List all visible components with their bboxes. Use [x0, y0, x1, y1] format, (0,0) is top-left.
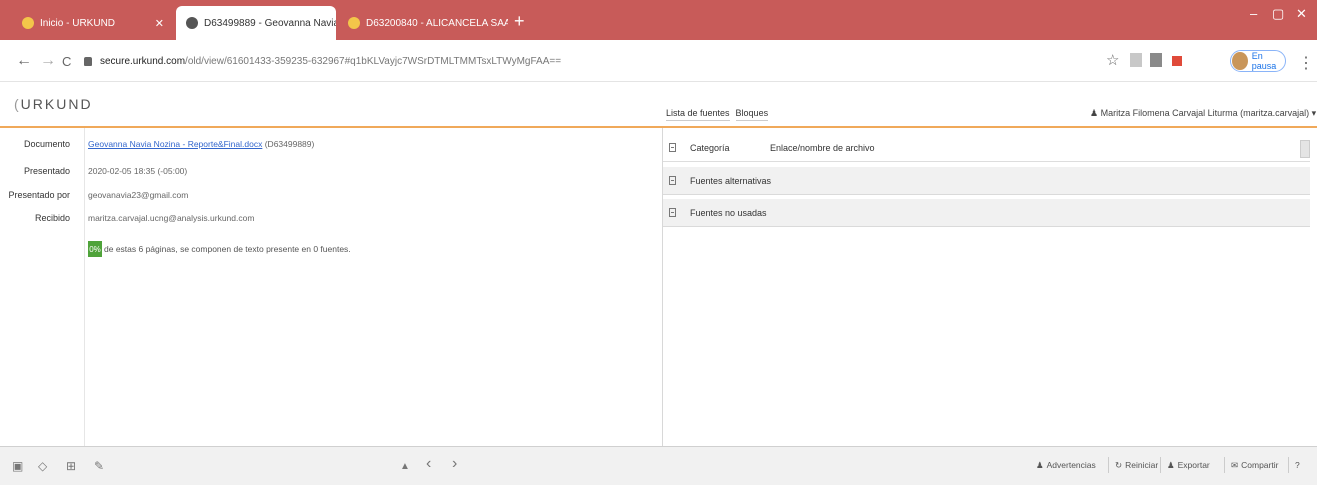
tag-icon[interactable]: ✎: [94, 459, 104, 473]
new-tab-button[interactable]: +: [514, 12, 525, 30]
tab-label: D63200840 - ALICANCELA SAAI: [366, 17, 508, 29]
field-label-presentado: Presentado: [23, 166, 70, 176]
profile-button[interactable]: En pausa: [1230, 50, 1286, 72]
extension-icon[interactable]: [1130, 53, 1142, 67]
globe-favicon-icon: [186, 17, 198, 29]
document-view-icon[interactable]: ▣: [12, 459, 23, 473]
link-column-header[interactable]: Enlace/nombre de archivo: [770, 143, 875, 153]
tab-label: Inicio - URKUND: [40, 17, 116, 29]
bookmark-star-icon[interactable]: ☆: [1106, 51, 1119, 69]
user-icon: ♟: [1090, 108, 1099, 118]
reload-button[interactable]: C: [62, 54, 71, 69]
sources-header-row: Categoría Enlace/nombre de archivo: [663, 134, 1310, 162]
url-field[interactable]: secure.urkund.com /old/view/61601433-359…: [84, 48, 1094, 74]
source-tabs: Lista de fuentes Bloques: [666, 108, 769, 121]
document-link[interactable]: Geovanna Navia Nozina - Reporte&Final.do…: [88, 139, 262, 149]
share-icon: ✉: [1231, 459, 1239, 470]
field-label-presentado-por: Presentado por: [8, 190, 70, 200]
recibido-value: maritza.carvajal.ucng@analysis.urkund.co…: [88, 213, 255, 223]
profile-label: En pausa: [1251, 51, 1277, 71]
user-name: Maritza Filomena Carvajal Liturma (marit…: [1100, 108, 1310, 118]
warning-icon: ♟: [1036, 459, 1044, 470]
expand-all-icon[interactable]: [669, 143, 676, 152]
help-button[interactable]: ?: [1288, 457, 1300, 473]
forward-button[interactable]: →: [40, 52, 56, 70]
browser-menu-icon[interactable]: ⋮: [1298, 53, 1314, 73]
caret-down-icon: ▾: [1311, 108, 1317, 118]
similarity-summary: de estas 6 páginas, se componen de texto…: [104, 244, 351, 254]
extension-icon[interactable]: [1150, 53, 1162, 67]
next-match-icon[interactable]: ›: [452, 455, 457, 473]
browser-tab-inicio[interactable]: Inicio - URKUND ✕: [12, 6, 174, 40]
grid-icon[interactable]: ⊞: [66, 459, 76, 473]
share-button[interactable]: ✉ Compartir: [1224, 457, 1278, 473]
presentado-value: 2020-02-05 18:35 (-05:00): [88, 166, 188, 176]
url-host: secure.urkund.com: [100, 55, 186, 67]
presentado-por-value: geovanavia23@gmail.com: [88, 190, 189, 200]
back-button[interactable]: ←: [16, 52, 32, 70]
help-icon: ?: [1295, 460, 1300, 470]
export-button[interactable]: ♟ Exportar: [1160, 457, 1210, 473]
browser-tab-document[interactable]: D63499889 - Geovanna Navia N ✕: [176, 6, 336, 40]
group-label: Fuentes alternativas: [690, 175, 772, 186]
source-group-row[interactable]: Fuentes no usadas: [663, 199, 1310, 227]
user-menu[interactable]: ♟ Maritza Filomena Carvajal Liturma (mar…: [1090, 108, 1316, 119]
diamond-icon[interactable]: ◇: [38, 459, 47, 473]
export-icon: ♟: [1167, 459, 1175, 470]
field-label-documento: Documento: [23, 139, 70, 149]
expand-icon[interactable]: [669, 176, 676, 185]
url-path: /old/view/61601433-359235-632967#q1bKLVa…: [185, 55, 562, 67]
first-match-icon[interactable]: ▲: [400, 461, 410, 472]
tab-bloques[interactable]: Bloques: [735, 108, 769, 121]
source-group-row[interactable]: Fuentes alternativas: [663, 167, 1310, 195]
close-tab-icon[interactable]: ✕: [155, 17, 164, 30]
browser-tab-second-doc[interactable]: D63200840 - ALICANCELA SAAI ✕: [338, 6, 508, 40]
refresh-icon: ↻: [1115, 459, 1123, 470]
maximize-button[interactable]: ▢: [1272, 6, 1284, 22]
tab-lista-de-fuentes[interactable]: Lista de fuentes: [666, 108, 730, 121]
document-value: Geovanna Navia Nozina - Reporte&Final.do…: [88, 139, 314, 149]
urkund-favicon-icon: [22, 17, 34, 29]
previous-match-icon[interactable]: ‹: [426, 455, 431, 473]
reset-button[interactable]: ↻ Reiniciar: [1108, 457, 1158, 473]
document-id: (D63499889): [264, 139, 315, 149]
tab-label: D63499889 - Geovanna Navia N: [204, 17, 336, 29]
urkund-favicon-icon: [348, 17, 360, 29]
warnings-button[interactable]: ♟ Advertencias: [1030, 457, 1096, 473]
expand-icon[interactable]: [669, 208, 676, 217]
avatar: [1232, 52, 1248, 70]
scroll-handle[interactable]: [1300, 140, 1310, 158]
similarity-percent-badge: 0%: [88, 241, 102, 257]
field-label-recibido: Recibido: [34, 213, 70, 223]
lock-icon: [84, 56, 92, 66]
urkund-logo: (URKUND: [14, 96, 93, 112]
minimize-button[interactable]: –: [1250, 6, 1257, 21]
extension-icon[interactable]: [1172, 56, 1182, 66]
close-window-button[interactable]: ✕: [1296, 6, 1307, 22]
category-column-header[interactable]: Categoría: [690, 143, 770, 153]
group-label: Fuentes no usadas: [690, 207, 767, 218]
